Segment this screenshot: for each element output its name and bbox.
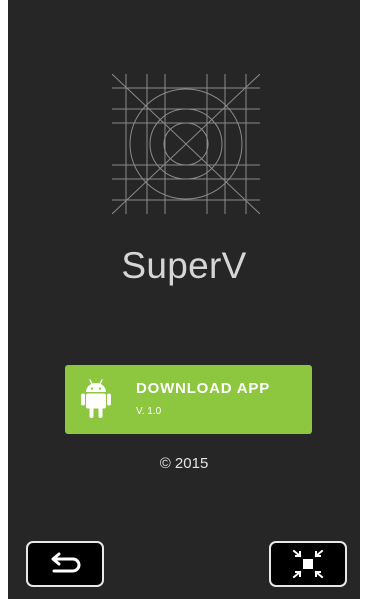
grid-circle-logo-icon (112, 74, 260, 214)
app-screen: SuperV DOWNLOAD APP V. 1.0 © 2015 (8, 0, 360, 599)
collapse-fullscreen-icon (292, 549, 324, 579)
back-button[interactable] (26, 541, 104, 587)
download-button-label: DOWNLOAD APP (136, 380, 271, 397)
app-version-label: V. 1.0 (136, 406, 162, 417)
download-app-button[interactable]: DOWNLOAD APP V. 1.0 (65, 365, 312, 434)
back-arrow-icon (51, 552, 81, 573)
app-title: SuperV (121, 245, 247, 286)
copyright-text: © 2015 (159, 455, 209, 472)
collapse-fullscreen-button[interactable] (269, 541, 347, 587)
android-icon (81, 379, 111, 418)
